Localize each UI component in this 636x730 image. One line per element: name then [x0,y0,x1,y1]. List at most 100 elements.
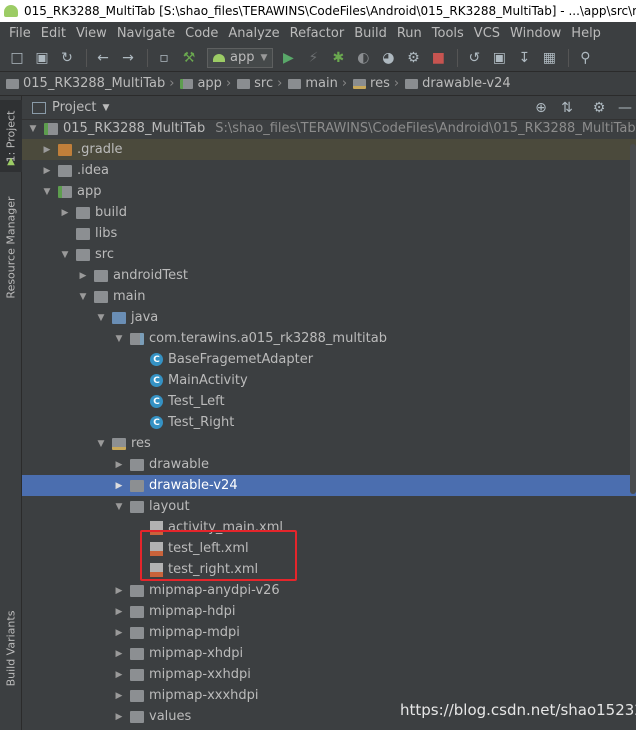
project-view-selector[interactable]: Project [52,100,96,115]
tree-row-layout[interactable]: ▼ layout [22,496,636,517]
run-configuration-dropdown[interactable]: app ▼ [207,47,274,68]
menu-tools[interactable]: Tools [427,26,469,41]
collapse-arrow-icon[interactable]: ▶ [42,166,52,176]
menu-build[interactable]: Build [349,26,392,41]
collapse-arrow-icon[interactable]: ▶ [114,649,124,659]
tree-row-test-right-xml[interactable]: test_right.xml [22,559,636,580]
collapse-arrow-icon[interactable]: ▶ [114,481,124,491]
tree-row-androidtest[interactable]: ▶ androidTest [22,265,636,286]
tree-row-mipmap-anydpi-v26[interactable]: ▶ mipmap-anydpi-v26 [22,580,636,601]
tree-row-test-left-xml[interactable]: test_left.xml [22,538,636,559]
tree-row-app[interactable]: ▼ app [22,181,636,202]
menu-help[interactable]: Help [566,26,606,41]
locate-file-icon[interactable]: ⊕ [530,100,552,116]
tree-row-test-left[interactable]: C Test_Left [22,391,636,412]
menu-file[interactable]: File [4,26,36,41]
collapse-arrow-icon[interactable]: ▶ [42,145,52,155]
sync-gradle-icon[interactable]: ↺ [463,47,485,69]
expand-arrow-icon[interactable]: ▼ [42,187,52,197]
window-icon[interactable]: ▫ [153,47,175,69]
tree-row-mipmap-hdpi[interactable]: ▶ mipmap-hdpi [22,601,636,622]
collapse-arrow-icon[interactable]: ▶ [114,586,124,596]
menu-analyze[interactable]: Analyze [223,26,284,41]
collapse-arrow-icon[interactable]: ▶ [114,712,124,722]
attach-debugger-icon[interactable]: ◐ [352,47,374,69]
menu-view[interactable]: View [71,26,112,41]
tree-row-mipmap-xxhdpi[interactable]: ▶ mipmap-xxhdpi [22,664,636,685]
tree-row-activity-main-xml[interactable]: activity_main.xml [22,517,636,538]
collapse-arrow-icon[interactable]: ▶ [114,628,124,638]
menu-edit[interactable]: Edit [36,26,71,41]
collapse-arrow-icon[interactable]: ▶ [114,691,124,701]
collapse-arrow-icon[interactable]: ▶ [60,208,70,218]
tree-row-package[interactable]: ▼ com.terawins.a015_rk3288_multitab [22,328,636,349]
menu-window[interactable]: Window [505,26,566,41]
tree-row-mainactivity[interactable]: C MainActivity [22,370,636,391]
tree-row-idea[interactable]: ▶ .idea [22,160,636,181]
expand-arrow-icon[interactable]: ▼ [60,250,70,260]
tree-row-libs[interactable]: libs [22,223,636,244]
expand-arrow-icon[interactable]: ▼ [96,439,106,449]
folder-icon [130,647,144,660]
structure-icon[interactable]: ▦ [538,47,560,69]
search-icon[interactable]: ⚲ [574,47,596,69]
tree-row-src[interactable]: ▼ src [22,244,636,265]
breadcrumb-project[interactable]: 015_RK3288_MultiTab › [6,76,180,91]
window-title-bar: 015_RK3288_MultiTab [S:\shao_files\TERAW… [0,0,636,22]
tree-scrollbar[interactable] [630,144,636,494]
coverage-icon[interactable]: ⚙ [402,47,424,69]
tree-row-java[interactable]: ▼ java [22,307,636,328]
apply-changes-icon[interactable]: ⚡ [302,47,324,69]
forward-arrow-icon[interactable]: → [117,47,139,69]
tree-row-drawable[interactable]: ▶ drawable [22,454,636,475]
expand-arrow-icon[interactable]: ▼ [28,124,38,134]
debug-icon[interactable]: ✱ [327,47,349,69]
tree-row-gradle[interactable]: ▶ .gradle [22,139,636,160]
tree-row-drawable-v24[interactable]: ▶ drawable-v24 [22,475,636,496]
module-folder-icon [180,78,194,89]
tree-row-mipmap-mdpi[interactable]: ▶ mipmap-mdpi [22,622,636,643]
back-arrow-icon[interactable]: ← [92,47,114,69]
breadcrumb-drawable-v24[interactable]: drawable-v24 [405,76,511,91]
sync-icon[interactable]: ↻ [56,47,78,69]
breadcrumb-app[interactable]: app › [180,76,237,91]
menu-refactor[interactable]: Refactor [285,26,350,41]
collapse-all-icon[interactable]: ⇅ [556,100,578,116]
resource-manager-tool-tab[interactable]: Resource Manager [0,192,22,302]
tree-row-build[interactable]: ▶ build [22,202,636,223]
chevron-down-icon[interactable]: ▼ [102,103,109,113]
run-icon[interactable]: ▶ [277,47,299,69]
tree-row-test-right[interactable]: C Test_Right [22,412,636,433]
expand-arrow-icon[interactable]: ▼ [114,334,124,344]
hammer-icon[interactable]: ⚒ [178,47,200,69]
sdk-manager-icon[interactable]: ↧ [513,47,535,69]
profiler-icon[interactable]: ◕ [377,47,399,69]
menu-navigate[interactable]: Navigate [112,26,180,41]
tree-row-basefragemetadapter[interactable]: C BaseFragemetAdapter [22,349,636,370]
hide-panel-icon[interactable]: — [614,100,636,116]
avd-manager-icon[interactable]: ▣ [488,47,510,69]
tree-row-main[interactable]: ▼ main [22,286,636,307]
save-icon[interactable]: ▣ [31,47,53,69]
collapse-arrow-icon[interactable]: ▶ [114,607,124,617]
menu-run[interactable]: Run [392,26,427,41]
tree-row-project-root[interactable]: ▼ 015_RK3288_MultiTab S:\shao_files\TERA… [22,120,636,139]
menu-vcs[interactable]: VCS [469,26,505,41]
build-variants-tool-tab[interactable]: Build Variants [0,598,22,698]
breadcrumb-res[interactable]: res › [353,76,405,91]
collapse-arrow-icon[interactable]: ▶ [78,271,88,281]
expand-arrow-icon[interactable]: ▼ [78,292,88,302]
menu-code[interactable]: Code [180,26,223,41]
expand-arrow-icon[interactable]: ▼ [96,313,106,323]
tree-row-res[interactable]: ▼ res [22,433,636,454]
breadcrumb-main[interactable]: main › [288,76,353,91]
folder-icon [130,710,144,723]
expand-arrow-icon[interactable]: ▼ [114,502,124,512]
collapse-arrow-icon[interactable]: ▶ [114,460,124,470]
collapse-arrow-icon[interactable]: ▶ [114,670,124,680]
open-folder-icon[interactable]: □ [6,47,28,69]
stop-icon[interactable]: ■ [427,47,449,69]
breadcrumb-src[interactable]: src › [237,76,288,91]
tree-row-mipmap-xhdpi[interactable]: ▶ mipmap-xhdpi [22,643,636,664]
gear-icon[interactable]: ⚙ [588,100,610,116]
